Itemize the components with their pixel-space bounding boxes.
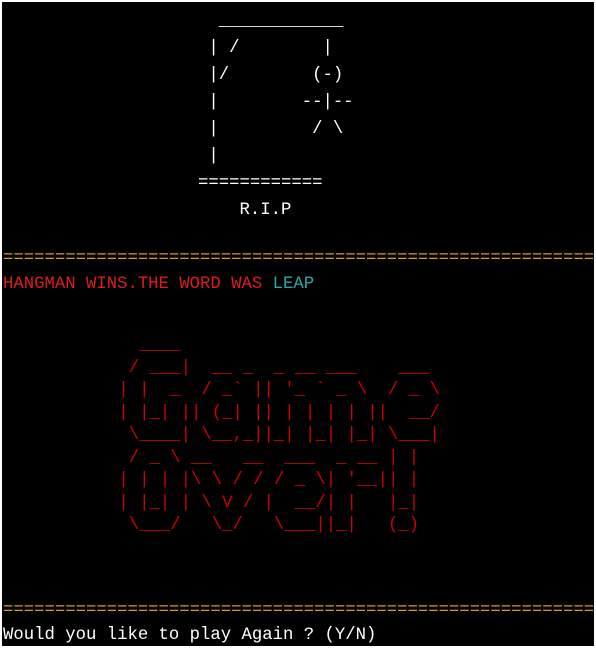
result-text: HANGMAN WINS.THE WORD WAS bbox=[3, 275, 273, 294]
secret-word: LEAP bbox=[272, 275, 315, 294]
result-message: HANGMAN WINS.THE WORD WAS LEAP bbox=[3, 274, 314, 296]
play-again-prompt: Would you like to play Again ? (Y/N) bbox=[3, 626, 377, 645]
hangman-gallows-art: ____________ | / | |/ (-) | --|-- | / \ … bbox=[198, 12, 354, 220]
game-over-ascii-art: ____ / ___| __ _ _ __ ___ ___ | | _ / _`… bbox=[118, 336, 440, 535]
terminal-window[interactable]: ____________ | / | |/ (-) | --|-- | / \ … bbox=[2, 2, 594, 646]
divider-top: ========================================… bbox=[3, 252, 594, 266]
divider-bottom: ========================================… bbox=[3, 604, 594, 618]
